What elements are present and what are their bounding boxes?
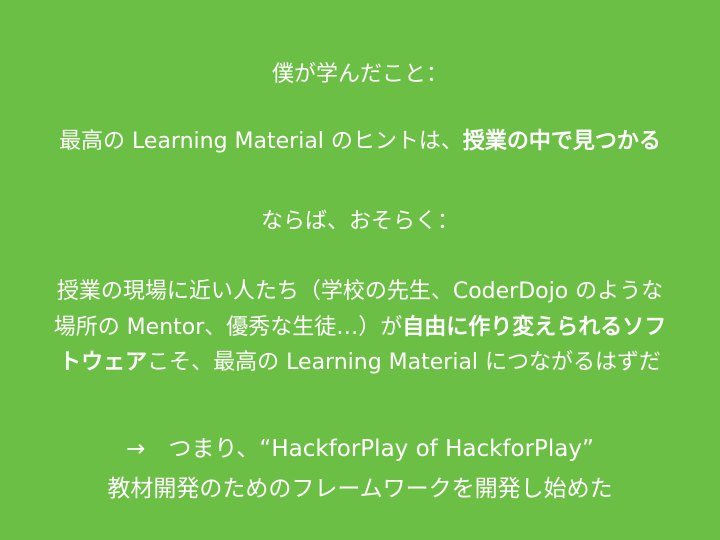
heading-what-i-learned: 僕が学んだこと： <box>271 62 448 87</box>
conclusion-line-2: 教材開発のためのフレームワークを開発し始めた <box>107 476 613 502</box>
paragraph-line-2-text: 場所の Mentor、優秀な生徒…）が <box>53 315 403 340</box>
editable-software-emphasis: 自由に作り変えられるソフ <box>402 315 667 340</box>
software-emphasis-continued: トウェア <box>59 350 148 375</box>
therefore-line: ならば、おそらく： <box>260 209 459 234</box>
conclusion-line-1: → つまり、“HackforPlay of HackforPlay” <box>126 436 594 462</box>
best-material-hint-text: 最高の Learning Material のヒントは、 <box>59 129 463 154</box>
best-material-hint-line: 最高の Learning Material のヒントは、授業の中で見つかる <box>0 129 720 155</box>
paragraph-line-1: 授業の現場に近い人たち（学校の先生、CoderDojo のような <box>56 279 664 304</box>
slide: 僕が学んだこと： 最高の Learning Material のヒントは、授業の… <box>0 0 720 540</box>
paragraph-line-3: トウェアこそ、最高の Learning Material につながるはずだ <box>0 350 720 376</box>
paragraph-line-3-text: こそ、最高の Learning Material につながるはずだ <box>147 350 661 375</box>
found-in-class-emphasis: 授業の中で見つかる <box>462 129 661 154</box>
paragraph-line-2: 場所の Mentor、優秀な生徒…）が自由に作り変えられるソフ <box>0 315 720 341</box>
